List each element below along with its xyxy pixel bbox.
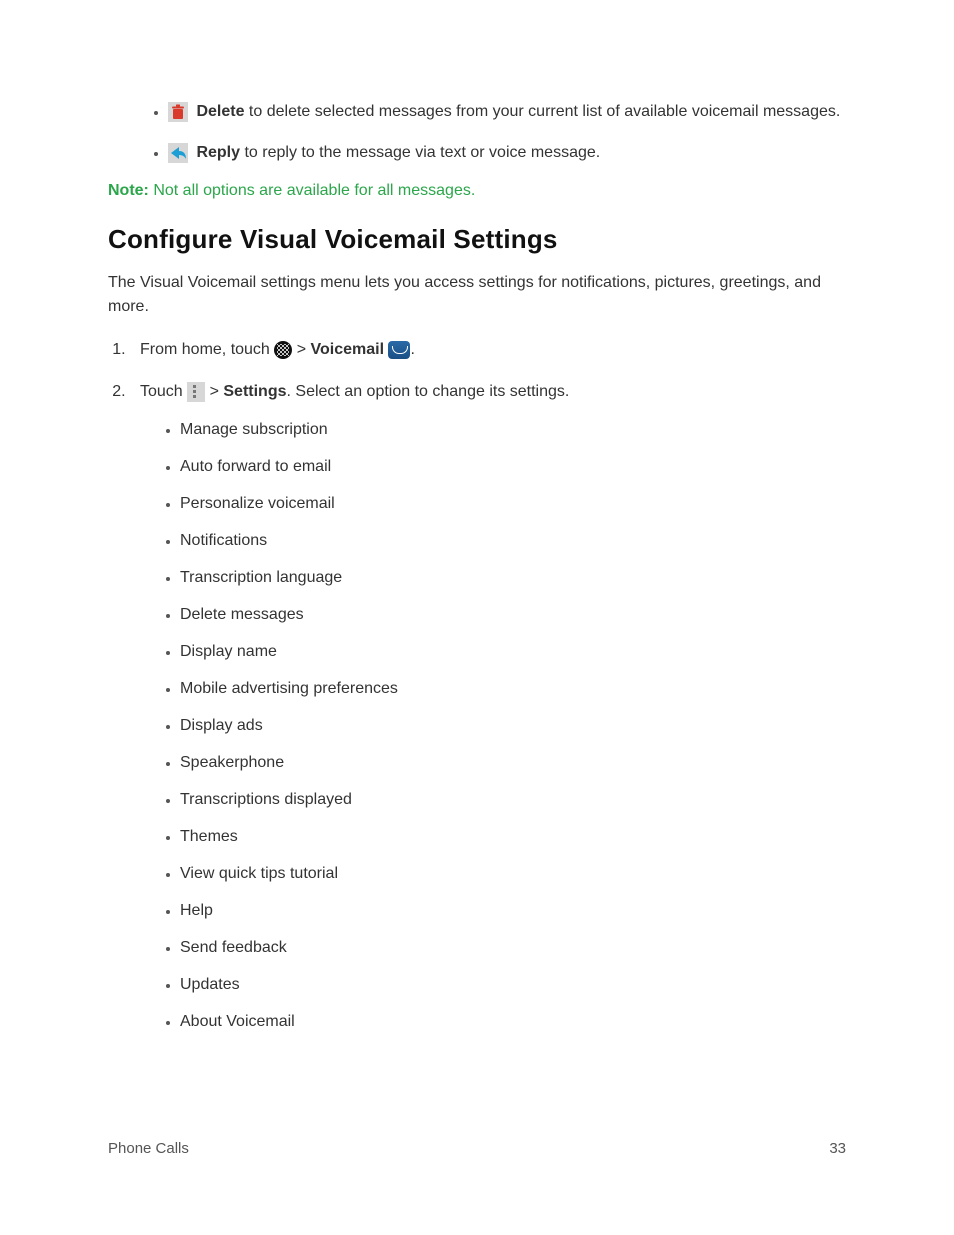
footer-section: Phone Calls [108,1140,189,1157]
page-content: Delete to delete selected messages from … [0,0,954,1034]
list-item: Send feedback [180,936,846,960]
reply-label: Reply [196,144,240,161]
section-intro: The Visual Voicemail settings menu lets … [108,271,846,317]
delete-text: to delete selected messages from your cu… [244,103,840,120]
reply-icon [168,143,188,163]
list-item: Mobile advertising preferences [180,677,846,701]
delete-icon [168,102,188,122]
step-2: Touch > Settings. Select an option to ch… [130,380,846,1034]
list-item: Help [180,899,846,923]
menu-icon [187,382,205,402]
list-item: Reply to reply to the message via text o… [168,141,846,164]
voicemail-icon [388,341,410,359]
list-item: Transcriptions displayed [180,788,846,812]
step2-suffix: . Select an option to change its setting… [287,383,570,400]
list-item: Notifications [180,529,846,553]
delete-label: Delete [196,103,244,120]
list-item: Personalize voicemail [180,492,846,516]
step2-sep: > [205,383,223,400]
step-1: From home, touch > Voicemail . [130,338,846,362]
section-heading: Configure Visual Voicemail Settings [108,224,846,255]
list-item: Updates [180,973,846,997]
note-line: Note: Not all options are available for … [108,182,846,200]
list-item: About Voicemail [180,1010,846,1034]
footer-page-number: 33 [829,1140,846,1157]
list-item: Auto forward to email [180,455,846,479]
list-item: Delete messages [180,603,846,627]
action-list: Delete to delete selected messages from … [108,100,846,164]
note-text: Not all options are available for all me… [149,182,475,199]
step2-prefix: Touch [140,383,187,400]
settings-label: Settings [223,383,286,400]
note-label: Note: [108,182,149,199]
step1-prefix: From home, touch [140,341,274,358]
steps-list: From home, touch > Voicemail . Touch > S… [108,338,846,1034]
step1-suffix: . [410,341,414,358]
list-item: Manage subscription [180,418,846,442]
list-item: View quick tips tutorial [180,862,846,886]
voicemail-label: Voicemail [311,341,385,358]
step1-sep: > [292,341,310,358]
list-item: Speakerphone [180,751,846,775]
list-item: Transcription language [180,566,846,590]
page-footer: Phone Calls 33 [108,1140,846,1157]
list-item: Delete to delete selected messages from … [168,100,846,123]
list-item: Themes [180,825,846,849]
reply-text: to reply to the message via text or voic… [240,144,600,161]
list-item: Display ads [180,714,846,738]
options-list: Manage subscription Auto forward to emai… [140,418,846,1034]
apps-icon [274,341,292,359]
list-item: Display name [180,640,846,664]
